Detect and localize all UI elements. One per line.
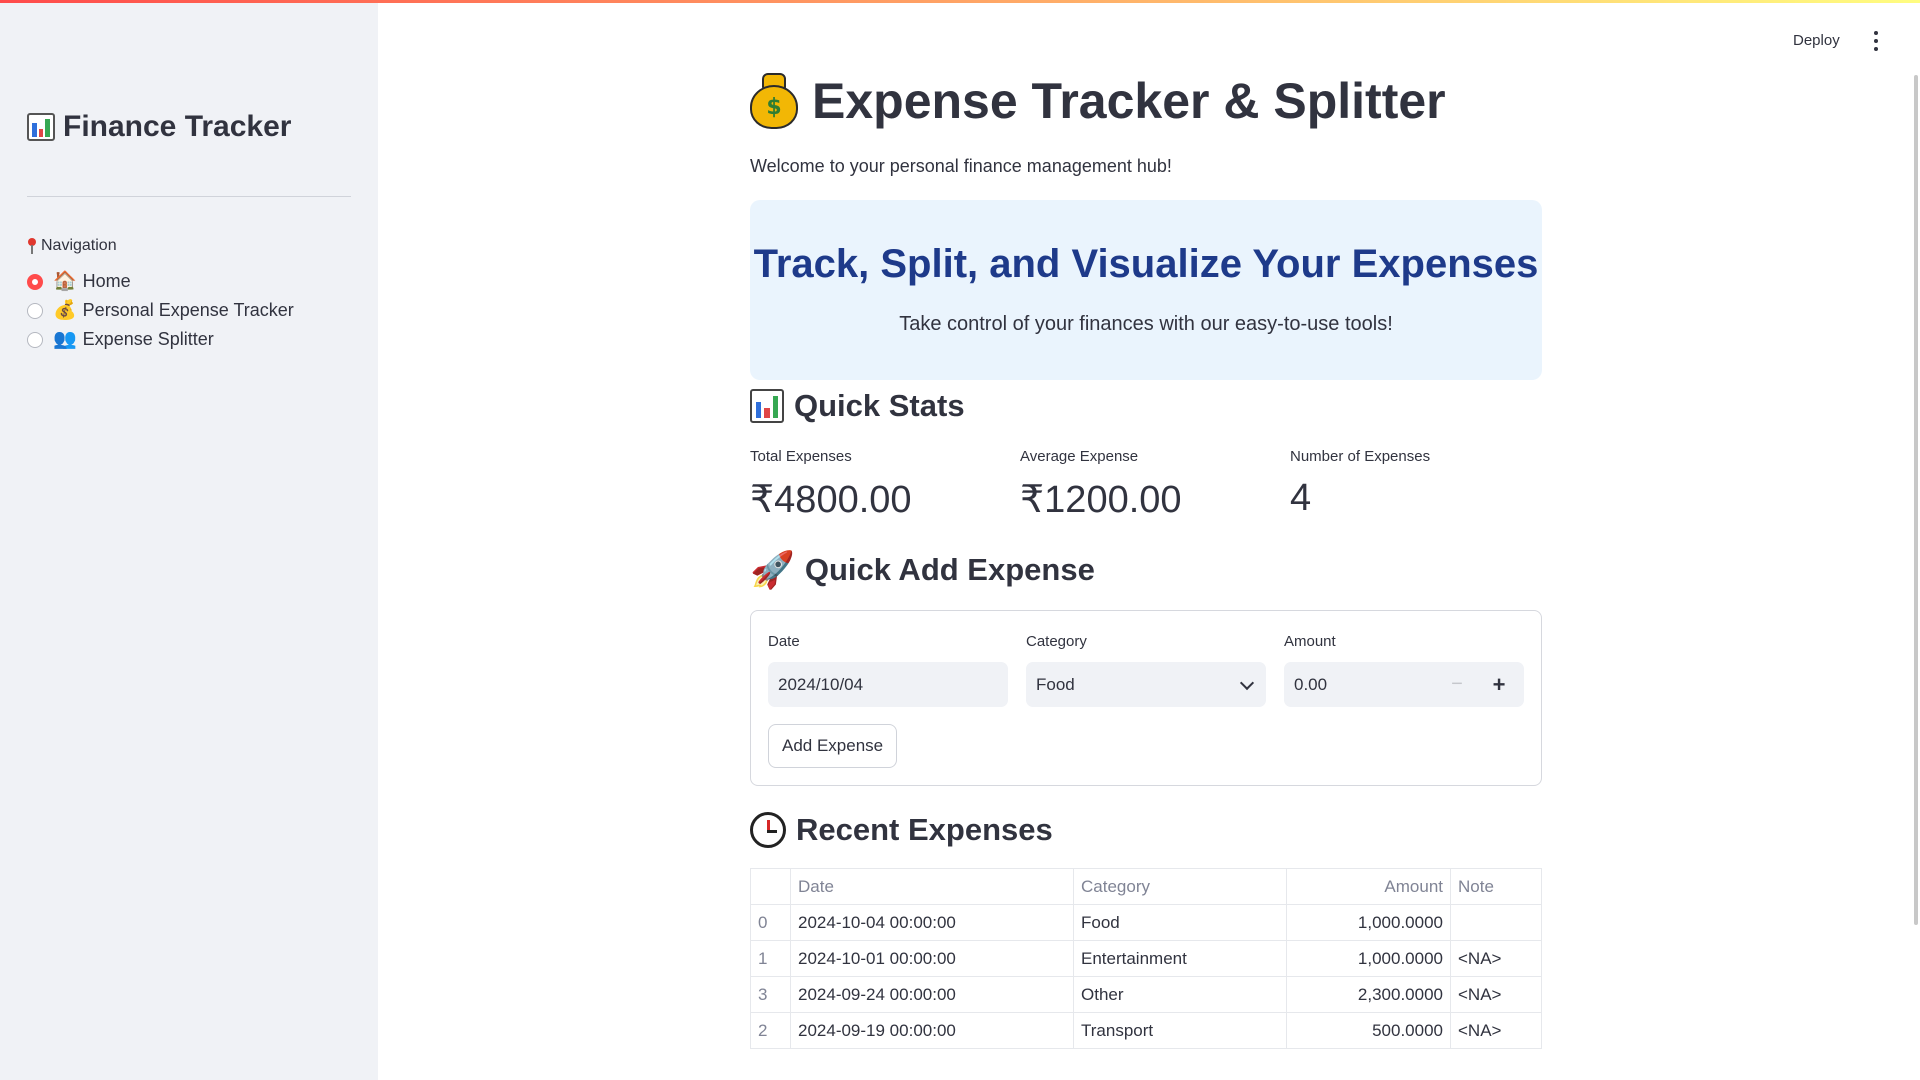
main-menu-icon[interactable] (1868, 31, 1884, 51)
pushpin-icon (27, 238, 37, 254)
add-expense-button[interactable]: Add Expense (768, 724, 898, 768)
navigation-label-text: Navigation (41, 237, 117, 254)
page-title-text: Expense Tracker & Splitter (812, 73, 1446, 129)
date-label: Date (768, 633, 800, 650)
cell-category[interactable]: Food (1073, 904, 1287, 941)
welcome-text: Welcome to your personal finance managem… (750, 156, 1172, 176)
nav-item-label: Home (82, 271, 131, 291)
category-label: Category (1026, 633, 1087, 650)
bar-chart-icon (750, 389, 784, 423)
nav-item-personal-expense-tracker[interactable]: 💰 Personal Expense Tracker (27, 296, 294, 325)
cell-index: 1 (750, 940, 791, 977)
column-header-index[interactable] (750, 868, 791, 905)
cell-category[interactable]: Other (1073, 976, 1287, 1013)
cell-index: 2 (750, 1012, 791, 1049)
increment-button[interactable]: + (1484, 662, 1514, 707)
table-row[interactable]: 1 2024-10-01 00:00:00 Entertainment 1,00… (750, 940, 1542, 977)
sidebar: Finance Tracker Navigation 🏠 Home 💰 Pers… (0, 0, 378, 1080)
cell-date[interactable]: 2024-09-19 00:00:00 (790, 1012, 1074, 1049)
date-field[interactable] (768, 662, 1008, 707)
metric-label: Total Expenses (750, 448, 852, 465)
radio-button[interactable] (27, 331, 43, 348)
column-header-amount[interactable]: Amount (1286, 868, 1451, 905)
amount-label: Amount (1284, 633, 1336, 650)
metric-value: ₹1200.00 (1020, 479, 1182, 521)
column-header-note[interactable]: Note (1450, 868, 1542, 905)
metric-label: Average Expense (1020, 448, 1139, 465)
house-icon: 🏠 (53, 271, 77, 292)
deploy-button[interactable]: Deploy (1785, 28, 1848, 53)
people-icon: 👥 (53, 329, 77, 350)
amount-input[interactable] (1294, 674, 1434, 695)
column-header-date[interactable]: Date (790, 868, 1074, 905)
navigation-label: Navigation (27, 237, 117, 255)
cell-category[interactable]: Transport (1073, 1012, 1287, 1049)
cell-note[interactable]: <NA> (1450, 940, 1542, 977)
hero-subtitle: Take control of your finances with our e… (899, 313, 1393, 335)
decrement-button[interactable]: − (1442, 662, 1472, 707)
money-bag-icon: $ (750, 73, 798, 129)
cell-amount[interactable]: 1,000.0000 (1286, 904, 1451, 941)
recent-expenses-table[interactable]: Date Category Amount Note 0 2024-10-04 0… (750, 868, 1542, 1049)
metric-total-expenses: Total Expenses ₹4800.00 (750, 448, 1010, 522)
metric-average-expense: Average Expense ₹1200.00 (1020, 448, 1280, 522)
sidebar-divider (27, 196, 351, 197)
page-title: $ Expense Tracker & Splitter (750, 72, 1446, 130)
sidebar-title: Finance Tracker (27, 110, 291, 144)
clock-icon (750, 812, 786, 848)
table-row[interactable]: 3 2024-09-24 00:00:00 Other 2,300.0000 <… (750, 976, 1542, 1013)
chevron-down-icon[interactable] (1239, 675, 1255, 691)
metric-label: Number of Expenses (1290, 448, 1431, 465)
quick-add-heading: 🚀 Quick Add Expense (750, 552, 1095, 588)
quick-stats-heading-text: Quick Stats (794, 388, 965, 423)
table-row[interactable]: 0 2024-10-04 00:00:00 Food 1,000.0000 (750, 904, 1542, 941)
cell-note[interactable] (1450, 904, 1542, 941)
table-row[interactable]: 2 2024-09-19 00:00:00 Transport 500.0000… (750, 1012, 1542, 1049)
money-bag-icon: 💰 (53, 300, 77, 321)
quick-stats-heading: Quick Stats (750, 388, 965, 424)
category-selected-value: Food (1036, 674, 1075, 694)
metric-value: ₹4800.00 (750, 479, 912, 521)
nav-item-label: Expense Splitter (82, 329, 214, 349)
cell-index: 0 (750, 904, 791, 941)
bar-chart-icon (27, 113, 55, 141)
scrollbar[interactable] (1914, 75, 1918, 925)
radio-button-selected[interactable] (27, 273, 43, 290)
cell-note[interactable]: <NA> (1450, 1012, 1542, 1049)
cell-date[interactable]: 2024-10-01 00:00:00 (790, 940, 1074, 977)
navigation-radio-group: 🏠 Home 💰 Personal Expense Tracker 👥 Expe… (27, 267, 294, 354)
metric-value: 4 (1290, 477, 1312, 519)
hero-title: Track, Split, and Visualize Your Expense… (753, 242, 1539, 286)
quick-add-form: Date Category Food Amount − + Add Expens… (750, 610, 1542, 786)
radio-button[interactable] (27, 302, 43, 319)
cell-note[interactable]: <NA> (1450, 976, 1542, 1013)
cell-date[interactable]: 2024-10-04 00:00:00 (790, 904, 1074, 941)
amount-stepper[interactable]: − + (1284, 662, 1524, 707)
top-decoration-bar (0, 0, 1920, 3)
recent-expenses-heading-text: Recent Expenses (796, 812, 1053, 847)
column-header-category[interactable]: Category (1073, 868, 1287, 905)
nav-item-label: Personal Expense Tracker (82, 300, 294, 320)
cell-index: 3 (750, 976, 791, 1013)
category-select[interactable]: Food (1026, 662, 1266, 707)
cell-amount[interactable]: 500.0000 (1286, 1012, 1451, 1049)
cell-amount[interactable]: 2,300.0000 (1286, 976, 1451, 1013)
sidebar-title-text: Finance Tracker (63, 110, 292, 143)
recent-expenses-heading: Recent Expenses (750, 812, 1053, 848)
hero-banner: Track, Split, and Visualize Your Expense… (750, 200, 1542, 380)
cell-amount[interactable]: 1,000.0000 (1286, 940, 1451, 977)
date-input[interactable] (778, 674, 998, 695)
table-header-row: Date Category Amount Note (750, 868, 1542, 905)
nav-item-expense-splitter[interactable]: 👥 Expense Splitter (27, 325, 294, 354)
cell-category[interactable]: Entertainment (1073, 940, 1287, 977)
cell-date[interactable]: 2024-09-24 00:00:00 (790, 976, 1074, 1013)
quick-add-heading-text: Quick Add Expense (804, 552, 1095, 587)
nav-item-home[interactable]: 🏠 Home (27, 267, 294, 296)
metric-number-of-expenses: Number of Expenses 4 (1290, 448, 1550, 520)
rocket-icon: 🚀 (750, 549, 795, 590)
